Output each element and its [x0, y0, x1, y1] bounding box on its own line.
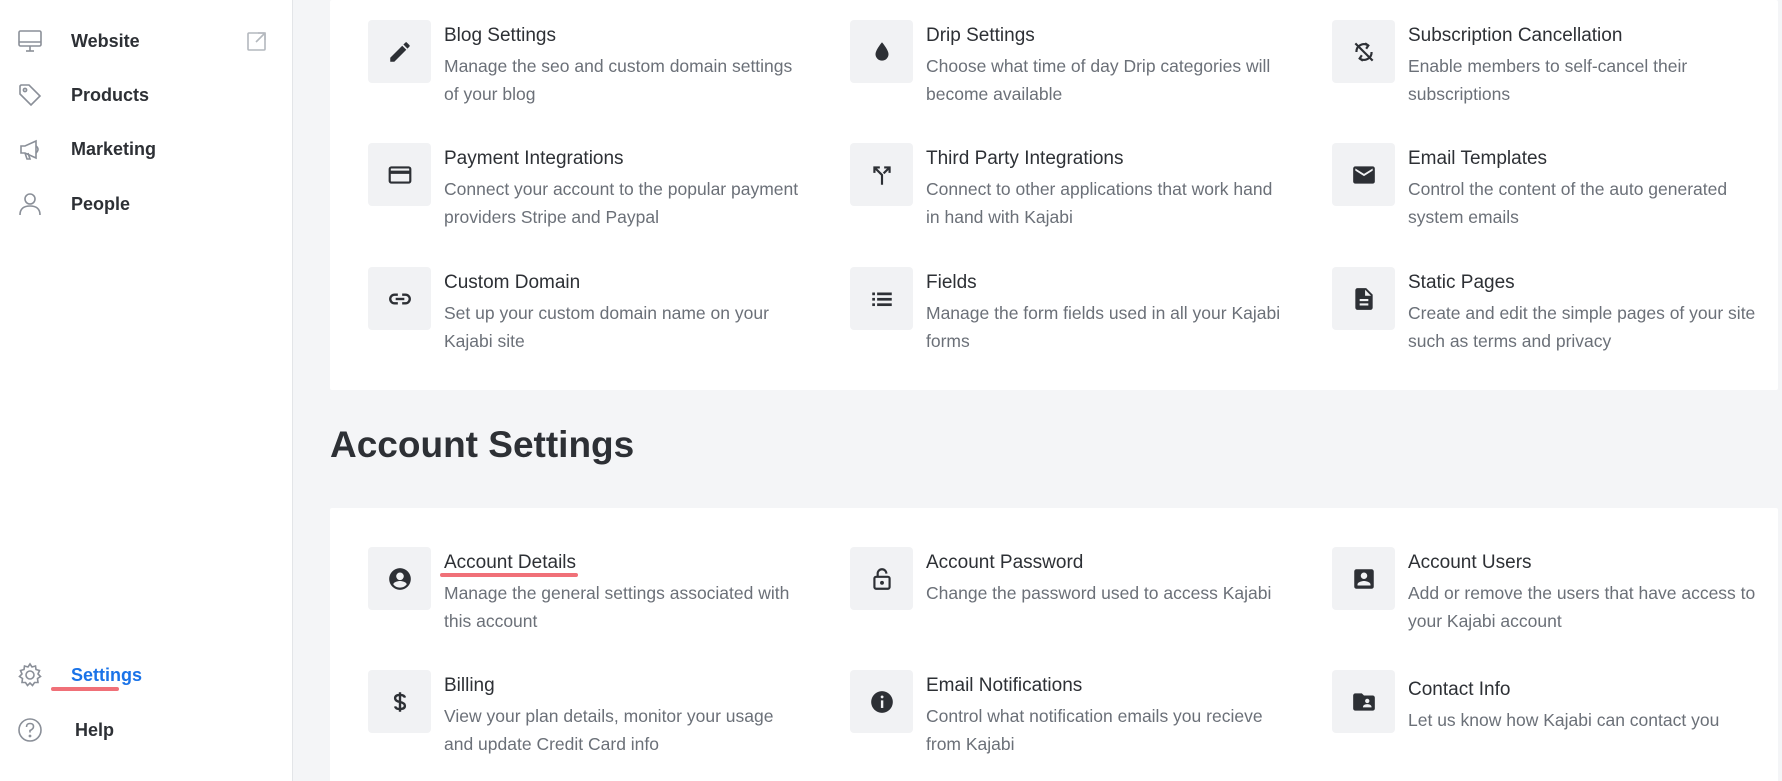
- item-title: Subscription Cancellation: [1408, 25, 1623, 46]
- list-icon: [850, 267, 913, 330]
- drop-icon: [850, 20, 913, 83]
- sync-disabled-icon: [1332, 20, 1395, 83]
- item-description: Control the content of the auto generate…: [1408, 179, 1728, 227]
- document-icon: [1332, 267, 1395, 330]
- settings-item-fields[interactable]: Fields Manage the form fields used in al…: [850, 267, 1290, 367]
- settings-item-account-details[interactable]: Account Details Manage the general setti…: [368, 547, 808, 647]
- item-description: Enable members to self-cancel their subs…: [1408, 56, 1688, 104]
- dollar-icon: [368, 670, 431, 733]
- sidebar-item-label: Help: [75, 719, 115, 740]
- item-title: Email Templates: [1408, 148, 1548, 169]
- settings-item-billing[interactable]: Billing View your plan details, monitor …: [368, 670, 808, 770]
- sidebar-item-label: Website: [71, 30, 140, 51]
- help-circle-icon: [16, 716, 44, 744]
- sidebar-item-label: Marketing: [71, 138, 157, 159]
- item-description: Set up your custom domain name on your K…: [444, 303, 769, 351]
- settings-item-drip-settings[interactable]: Drip Settings Choose what time of day Dr…: [850, 20, 1290, 120]
- item-title: Account Details: [444, 552, 577, 573]
- sidebar-item-people[interactable]: People: [16, 184, 130, 224]
- pencil-icon: [368, 20, 431, 83]
- item-title: Static Pages: [1408, 272, 1515, 293]
- unlock-icon: [850, 547, 913, 610]
- item-description: Create and edit the simple pages of your…: [1408, 303, 1756, 351]
- contact-folder-icon: [1332, 670, 1395, 733]
- item-description: Connect to other applications that work …: [926, 179, 1273, 227]
- item-description: Connect your account to the popular paym…: [444, 179, 799, 227]
- item-description: Add or remove the users that have access…: [1408, 583, 1756, 631]
- sidebar-item-label: People: [71, 193, 131, 214]
- settings-item-contact-info[interactable]: Contact Info Let us know how Kajabi can …: [1332, 670, 1772, 770]
- sidebar-item-website[interactable]: Website: [16, 21, 140, 61]
- account-circle-icon: [368, 547, 431, 610]
- item-description: View your plan details, monitor your usa…: [444, 706, 774, 754]
- settings-item-email-templates[interactable]: Email Templates Control the content of t…: [1332, 143, 1772, 243]
- sidebar-item-marketing[interactable]: Marketing: [16, 129, 156, 169]
- settings-item-subscription-cancellation[interactable]: Subscription Cancellation Enable members…: [1332, 20, 1772, 120]
- sidebar-item-label: Settings: [71, 664, 143, 685]
- item-title: Account Users: [1408, 552, 1532, 573]
- item-description: Manage the general settings associated w…: [444, 583, 790, 631]
- settings-item-account-password[interactable]: Account Password Change the password use…: [850, 547, 1290, 647]
- item-description: Change the password used to access Kajab…: [926, 583, 1272, 603]
- link-icon: [368, 267, 431, 330]
- account-box-icon: [1332, 547, 1395, 610]
- settings-item-third-party-integrations[interactable]: Third Party Integrations Connect to othe…: [850, 143, 1290, 243]
- info-icon: [850, 670, 913, 733]
- section-title-account-settings: Account Settings: [330, 424, 635, 465]
- item-title: Fields: [926, 272, 977, 293]
- person-icon: [16, 190, 44, 218]
- sidebar-item-products[interactable]: Products: [16, 75, 149, 115]
- item-title: Account Password: [926, 552, 1084, 573]
- credit-card-icon: [368, 143, 431, 206]
- settings-item-payment-integrations[interactable]: Payment Integrations Connect your accoun…: [368, 143, 808, 243]
- settings-item-email-notifications[interactable]: Email Notifications Control what notific…: [850, 670, 1290, 770]
- item-description: Manage the seo and custom domain setting…: [444, 56, 793, 104]
- item-title: Drip Settings: [926, 25, 1035, 46]
- item-title: Contact Info: [1408, 679, 1511, 700]
- megaphone-icon: [16, 135, 44, 163]
- item-title: Custom Domain: [444, 272, 581, 293]
- gear-icon: [16, 661, 44, 689]
- item-title: Email Notifications: [926, 675, 1083, 696]
- sidebar-item-label: Products: [71, 84, 150, 105]
- item-description: Control what notification emails you rec…: [926, 706, 1263, 754]
- item-title: Payment Integrations: [444, 148, 624, 169]
- tag-icon: [16, 81, 44, 109]
- settings-item-static-pages[interactable]: Static Pages Create and edit the simple …: [1332, 267, 1772, 367]
- item-description: Choose what time of day Drip categories …: [926, 56, 1271, 104]
- item-title: Third Party Integrations: [926, 148, 1124, 169]
- item-title: Blog Settings: [444, 25, 556, 46]
- settings-item-account-users[interactable]: Account Users Add or remove the users th…: [1332, 547, 1772, 647]
- settings-item-blog-settings[interactable]: Blog Settings Manage the seo and custom …: [368, 20, 808, 120]
- envelope-icon: [1332, 143, 1395, 206]
- highlight-underline: [51, 687, 119, 691]
- sidebar: Website Products Marketing People Settin…: [0, 0, 293, 781]
- merge-icon: [850, 143, 913, 206]
- highlight-underline: [440, 573, 578, 577]
- sidebar-item-help[interactable]: Help: [16, 710, 114, 750]
- external-link-icon[interactable]: [246, 30, 268, 52]
- item-title: Billing: [444, 675, 495, 696]
- item-description: Manage the form fields used in all your …: [926, 303, 1281, 351]
- monitor-icon: [16, 27, 44, 55]
- settings-item-custom-domain[interactable]: Custom Domain Set up your custom domain …: [368, 267, 808, 367]
- item-description: Let us know how Kajabi can contact you: [1408, 710, 1720, 730]
